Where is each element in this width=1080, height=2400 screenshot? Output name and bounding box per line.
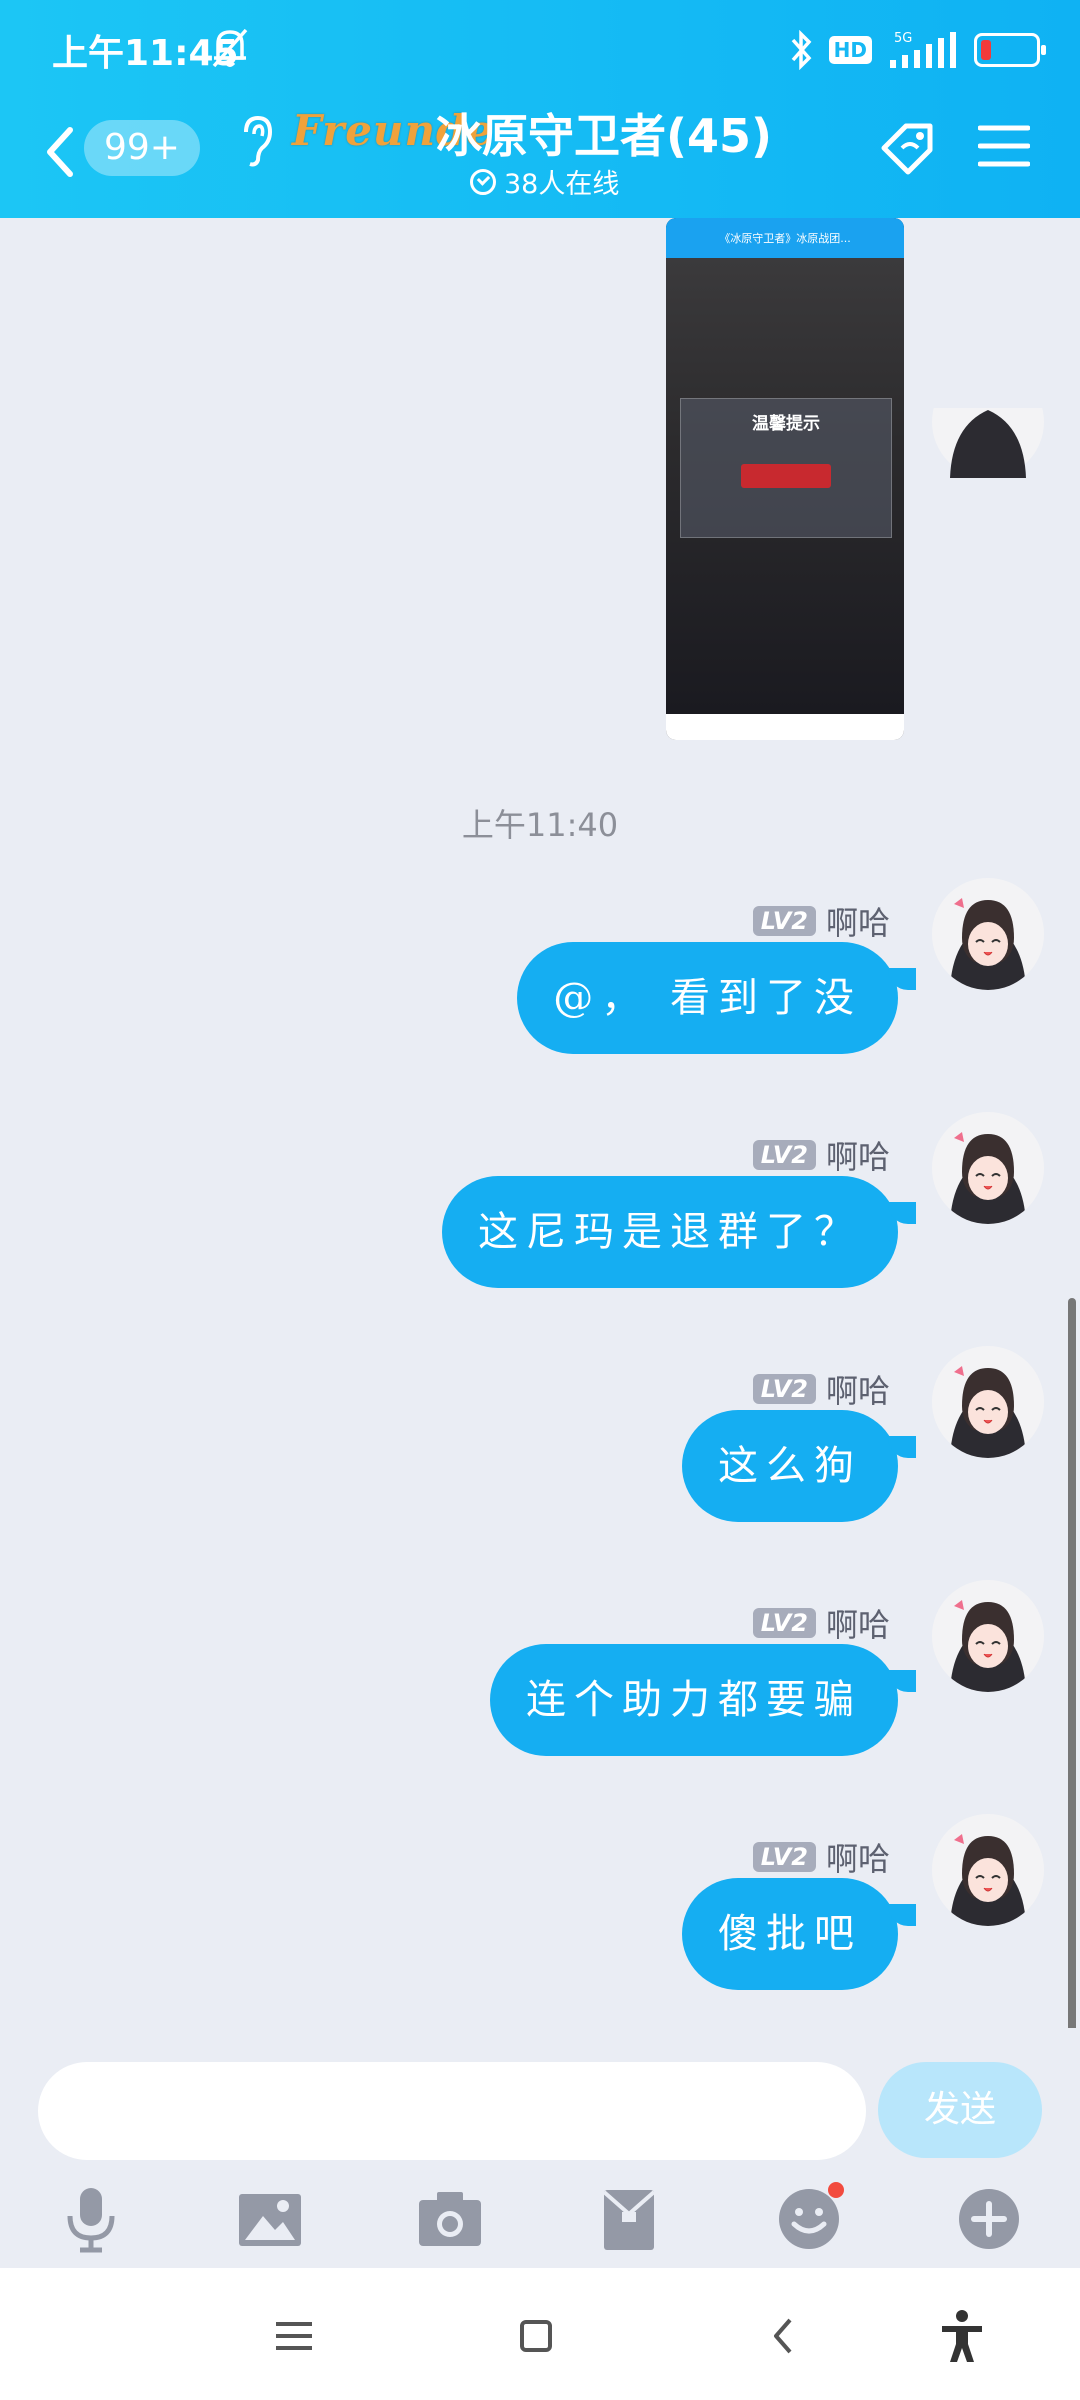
red-packet-icon[interactable] <box>594 2184 664 2254</box>
chat-message-list[interactable]: 《冰原守卫者》冰原战团... 温馨提示 上午11:40 LV2 啊哈 @， 看到… <box>0 218 1080 2028</box>
menu-icon[interactable] <box>978 122 1030 170</box>
microphone-icon[interactable] <box>56 2184 126 2254</box>
avatar[interactable] <box>932 1814 1044 1926</box>
sender-name[interactable]: 啊哈 <box>826 1834 890 1880</box>
shared-image-title: 《冰原守卫者》冰原战团... <box>666 218 904 258</box>
camera-icon[interactable] <box>415 2184 485 2254</box>
avatar[interactable] <box>932 408 1044 478</box>
status-bar: 上午11:45 HD 5G <box>0 0 1080 100</box>
message-bubble[interactable]: 连个助力都要骗 <box>490 1644 916 1756</box>
level-badge: LV2 <box>752 1842 816 1872</box>
level-badge: LV2 <box>752 906 816 936</box>
chat-scrollbar[interactable] <box>1068 1298 1076 2028</box>
image-icon[interactable] <box>235 2184 305 2254</box>
shared-image-dialog-button <box>741 464 831 488</box>
group-tag-icon[interactable] <box>876 114 942 180</box>
recent-apps-icon[interactable] <box>266 2308 322 2364</box>
send-button[interactable]: 发送 <box>878 2062 1042 2158</box>
online-status[interactable]: 38人在线 <box>470 162 619 201</box>
message-item: LV2 啊哈 连个助力都要骗 <box>0 1580 1080 1820</box>
level-badge: LV2 <box>752 1608 816 1638</box>
sender-info: LV2 啊哈 <box>752 1834 890 1880</box>
sender-info: LV2 啊哈 <box>752 1132 890 1178</box>
shared-image-dialog-title: 温馨提示 <box>752 414 820 434</box>
group-title[interactable]: 冰原守卫者(45) <box>436 100 772 166</box>
shared-screenshot-image[interactable]: 《冰原守卫者》冰原战团... 温馨提示 <box>666 218 904 740</box>
message-item: LV2 啊哈 @， 看到了没 <box>0 878 1080 1118</box>
message-bubble[interactable]: 傻批吧 <box>682 1878 916 1990</box>
avatar[interactable] <box>932 878 1044 990</box>
sender-info: LV2 啊哈 <box>752 1366 890 1412</box>
hd-badge: HD <box>828 36 872 64</box>
svg-text:5G: 5G <box>894 31 912 46</box>
accessibility-icon[interactable] <box>934 2308 990 2364</box>
shared-image-body: 温馨提示 <box>666 258 904 714</box>
message-bubble[interactable]: 这尼玛是退群了？ <box>442 1176 916 1288</box>
sender-name[interactable]: 啊哈 <box>826 1132 890 1178</box>
avatar[interactable] <box>932 1346 1044 1458</box>
level-badge: LV2 <box>752 1140 816 1170</box>
message-bubble[interactable]: @， 看到了没 <box>517 942 916 1054</box>
sender-name[interactable]: 啊哈 <box>826 1366 890 1412</box>
emoji-button[interactable] <box>774 2182 844 2254</box>
input-area: 发送 <box>0 2028 1080 2268</box>
message-input[interactable] <box>38 2062 866 2160</box>
sender-info: LV2 啊哈 <box>752 1600 890 1646</box>
avatar[interactable] <box>932 1580 1044 1692</box>
message-item: LV2 啊哈 这尼玛是退群了？ <box>0 1112 1080 1352</box>
level-badge: LV2 <box>752 1374 816 1404</box>
plus-icon[interactable] <box>954 2184 1024 2254</box>
signal-icon: 5G <box>890 31 956 68</box>
online-check-icon <box>470 168 496 195</box>
message-timestamp: 上午11:40 <box>461 806 619 844</box>
sender-info: LV2 啊哈 <box>752 898 890 944</box>
shared-image-dialog: 温馨提示 <box>680 398 892 538</box>
nav-bar: 99+ Freunde 冰原守卫者(45) 38人在线 <box>0 100 1080 218</box>
bell-muted-icon <box>212 28 248 68</box>
battery-icon <box>974 33 1046 67</box>
shared-image-navbar <box>666 714 904 740</box>
home-icon[interactable] <box>508 2308 564 2364</box>
notification-dot <box>828 2182 844 2198</box>
message-bubble[interactable]: 这么狗 <box>682 1410 916 1522</box>
message-item: LV2 啊哈 这么狗 <box>0 1346 1080 1586</box>
back-arrow-icon[interactable] <box>40 122 80 182</box>
status-icons: HD 5G <box>789 28 1046 72</box>
ear-icon[interactable] <box>232 110 280 170</box>
online-count: 38人在线 <box>504 169 620 200</box>
avatar[interactable] <box>932 1112 1044 1224</box>
sender-name[interactable]: 啊哈 <box>826 1600 890 1646</box>
bluetooth-icon <box>791 30 812 70</box>
system-nav-bar <box>0 2268 1080 2400</box>
input-toolbar <box>0 2178 1080 2268</box>
unread-count-badge[interactable]: 99+ <box>84 120 200 176</box>
sender-name[interactable]: 啊哈 <box>826 898 890 944</box>
chat-header: 上午11:45 HD 5G 99+ Freunde 冰原守卫者(45) 38人在… <box>0 0 1080 218</box>
back-nav-icon[interactable] <box>756 2308 812 2364</box>
message-item: LV2 啊哈 傻批吧 <box>0 1814 1080 2028</box>
